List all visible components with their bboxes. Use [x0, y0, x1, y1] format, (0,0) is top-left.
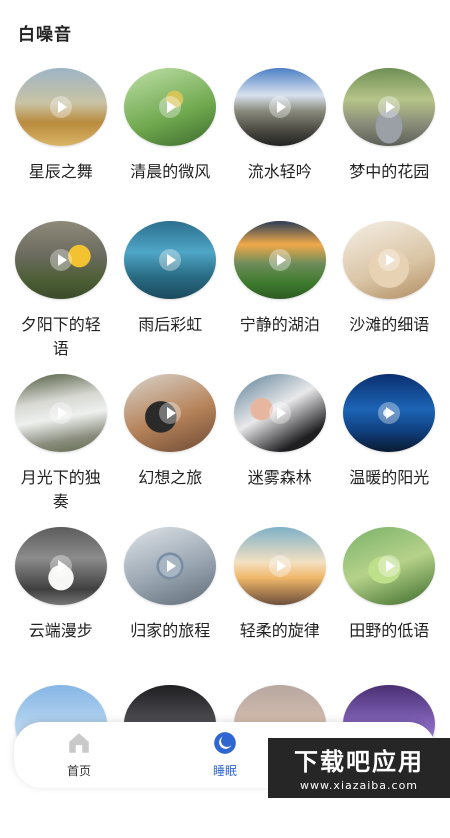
watermark-url: www.xiazaiba.com	[299, 779, 419, 792]
sound-thumbnail[interactable]	[124, 374, 217, 452]
sound-title: 轻柔的旋律	[239, 621, 320, 640]
nav-sleep-label: 睡眠	[212, 764, 237, 778]
sound-title: 归家的旅程	[130, 621, 211, 640]
sound-thumbnail[interactable]	[343, 221, 436, 299]
play-icon[interactable]	[378, 555, 401, 577]
sound-card[interactable]: 清晨的微风	[116, 64, 226, 217]
sound-title: 夕阳下的轻语	[20, 315, 101, 358]
sound-card[interactable]: 夕阳下的轻语	[6, 217, 116, 370]
sound-thumbnail[interactable]	[124, 68, 217, 146]
play-icon[interactable]	[268, 555, 291, 577]
sound-title: 田野的低语	[349, 621, 430, 640]
sound-thumbnail[interactable]	[14, 527, 107, 605]
play-icon[interactable]	[378, 249, 401, 271]
sound-title: 月光下的独奏	[20, 468, 101, 511]
sound-title: 流水轻吟	[247, 162, 312, 181]
sound-card[interactable]: 沙滩的细语	[335, 217, 445, 370]
sound-card[interactable]: 田野的低语	[335, 523, 445, 676]
sound-card[interactable]: 温暖的阳光	[335, 370, 445, 523]
sound-thumbnail[interactable]	[124, 527, 217, 605]
sound-card[interactable]: 星辰之舞	[6, 64, 116, 217]
sound-card[interactable]: 云端漫步	[6, 523, 116, 676]
sound-thumbnail[interactable]	[14, 221, 107, 299]
nav-home[interactable]: 首页	[34, 730, 124, 779]
play-icon[interactable]	[268, 96, 291, 118]
sound-card[interactable]: 幻想之旅	[116, 370, 226, 523]
sound-thumbnail[interactable]	[343, 527, 436, 605]
sound-card[interactable]: 流水轻吟	[225, 64, 335, 217]
sound-thumbnail[interactable]	[233, 527, 326, 605]
sound-title: 沙滩的细语	[349, 315, 430, 334]
sound-title: 幻想之旅	[138, 468, 203, 487]
site-watermark: 下载吧应用 www.xiazaiba.com	[268, 738, 450, 798]
sound-card[interactable]: 宁静的湖泊	[225, 217, 335, 370]
nav-sleep[interactable]: 睡眠	[180, 730, 270, 779]
sound-title: 迷雾森林	[247, 468, 312, 487]
play-icon[interactable]	[268, 249, 291, 271]
white-noise-grid: 星辰之舞 清晨的微风 流水轻吟 梦中的花园 夕阳下的轻语 雨后彩虹 宁静的湖泊 …	[6, 64, 444, 676]
watermark-title: 下载吧应用	[294, 748, 424, 776]
sound-title: 宁静的湖泊	[239, 315, 320, 334]
sound-thumbnail[interactable]	[124, 221, 217, 299]
sound-thumbnail[interactable]	[233, 374, 326, 452]
sound-card[interactable]: 月光下的独奏	[6, 370, 116, 523]
sound-card[interactable]: 归家的旅程	[116, 523, 226, 676]
page-title: 白噪音	[18, 25, 72, 45]
sound-thumbnail[interactable]	[343, 68, 436, 146]
play-icon[interactable]	[378, 96, 401, 118]
sound-card[interactable]: 雨后彩虹	[116, 217, 226, 370]
sound-thumbnail[interactable]	[233, 221, 326, 299]
sound-card[interactable]: 迷雾森林	[225, 370, 335, 523]
sound-title: 雨后彩虹	[138, 315, 203, 334]
sound-card[interactable]: 轻柔的旋律	[225, 523, 335, 676]
sound-title: 梦中的花园	[349, 162, 430, 181]
play-icon[interactable]	[49, 402, 72, 424]
play-icon[interactable]	[49, 555, 72, 577]
play-icon[interactable]	[378, 402, 401, 424]
home-icon	[69, 733, 89, 753]
play-icon[interactable]	[268, 402, 291, 424]
play-icon[interactable]	[159, 555, 182, 577]
play-icon[interactable]	[159, 249, 182, 271]
moon-icon	[214, 732, 236, 754]
sound-thumbnail[interactable]	[233, 68, 326, 146]
play-icon[interactable]	[49, 96, 72, 118]
play-icon[interactable]	[159, 402, 182, 424]
nav-home-label: 首页	[66, 764, 91, 778]
sound-title: 清晨的微风	[130, 162, 211, 181]
sound-thumbnail[interactable]	[14, 68, 107, 146]
play-icon[interactable]	[49, 249, 72, 271]
sound-title: 云端漫步	[28, 621, 93, 640]
sound-card[interactable]: 梦中的花园	[335, 64, 445, 217]
sound-thumbnail[interactable]	[14, 374, 107, 452]
sound-title: 星辰之舞	[28, 162, 93, 181]
sound-thumbnail[interactable]	[343, 374, 436, 452]
sound-title: 温暖的阳光	[349, 468, 430, 487]
play-icon[interactable]	[159, 96, 182, 118]
